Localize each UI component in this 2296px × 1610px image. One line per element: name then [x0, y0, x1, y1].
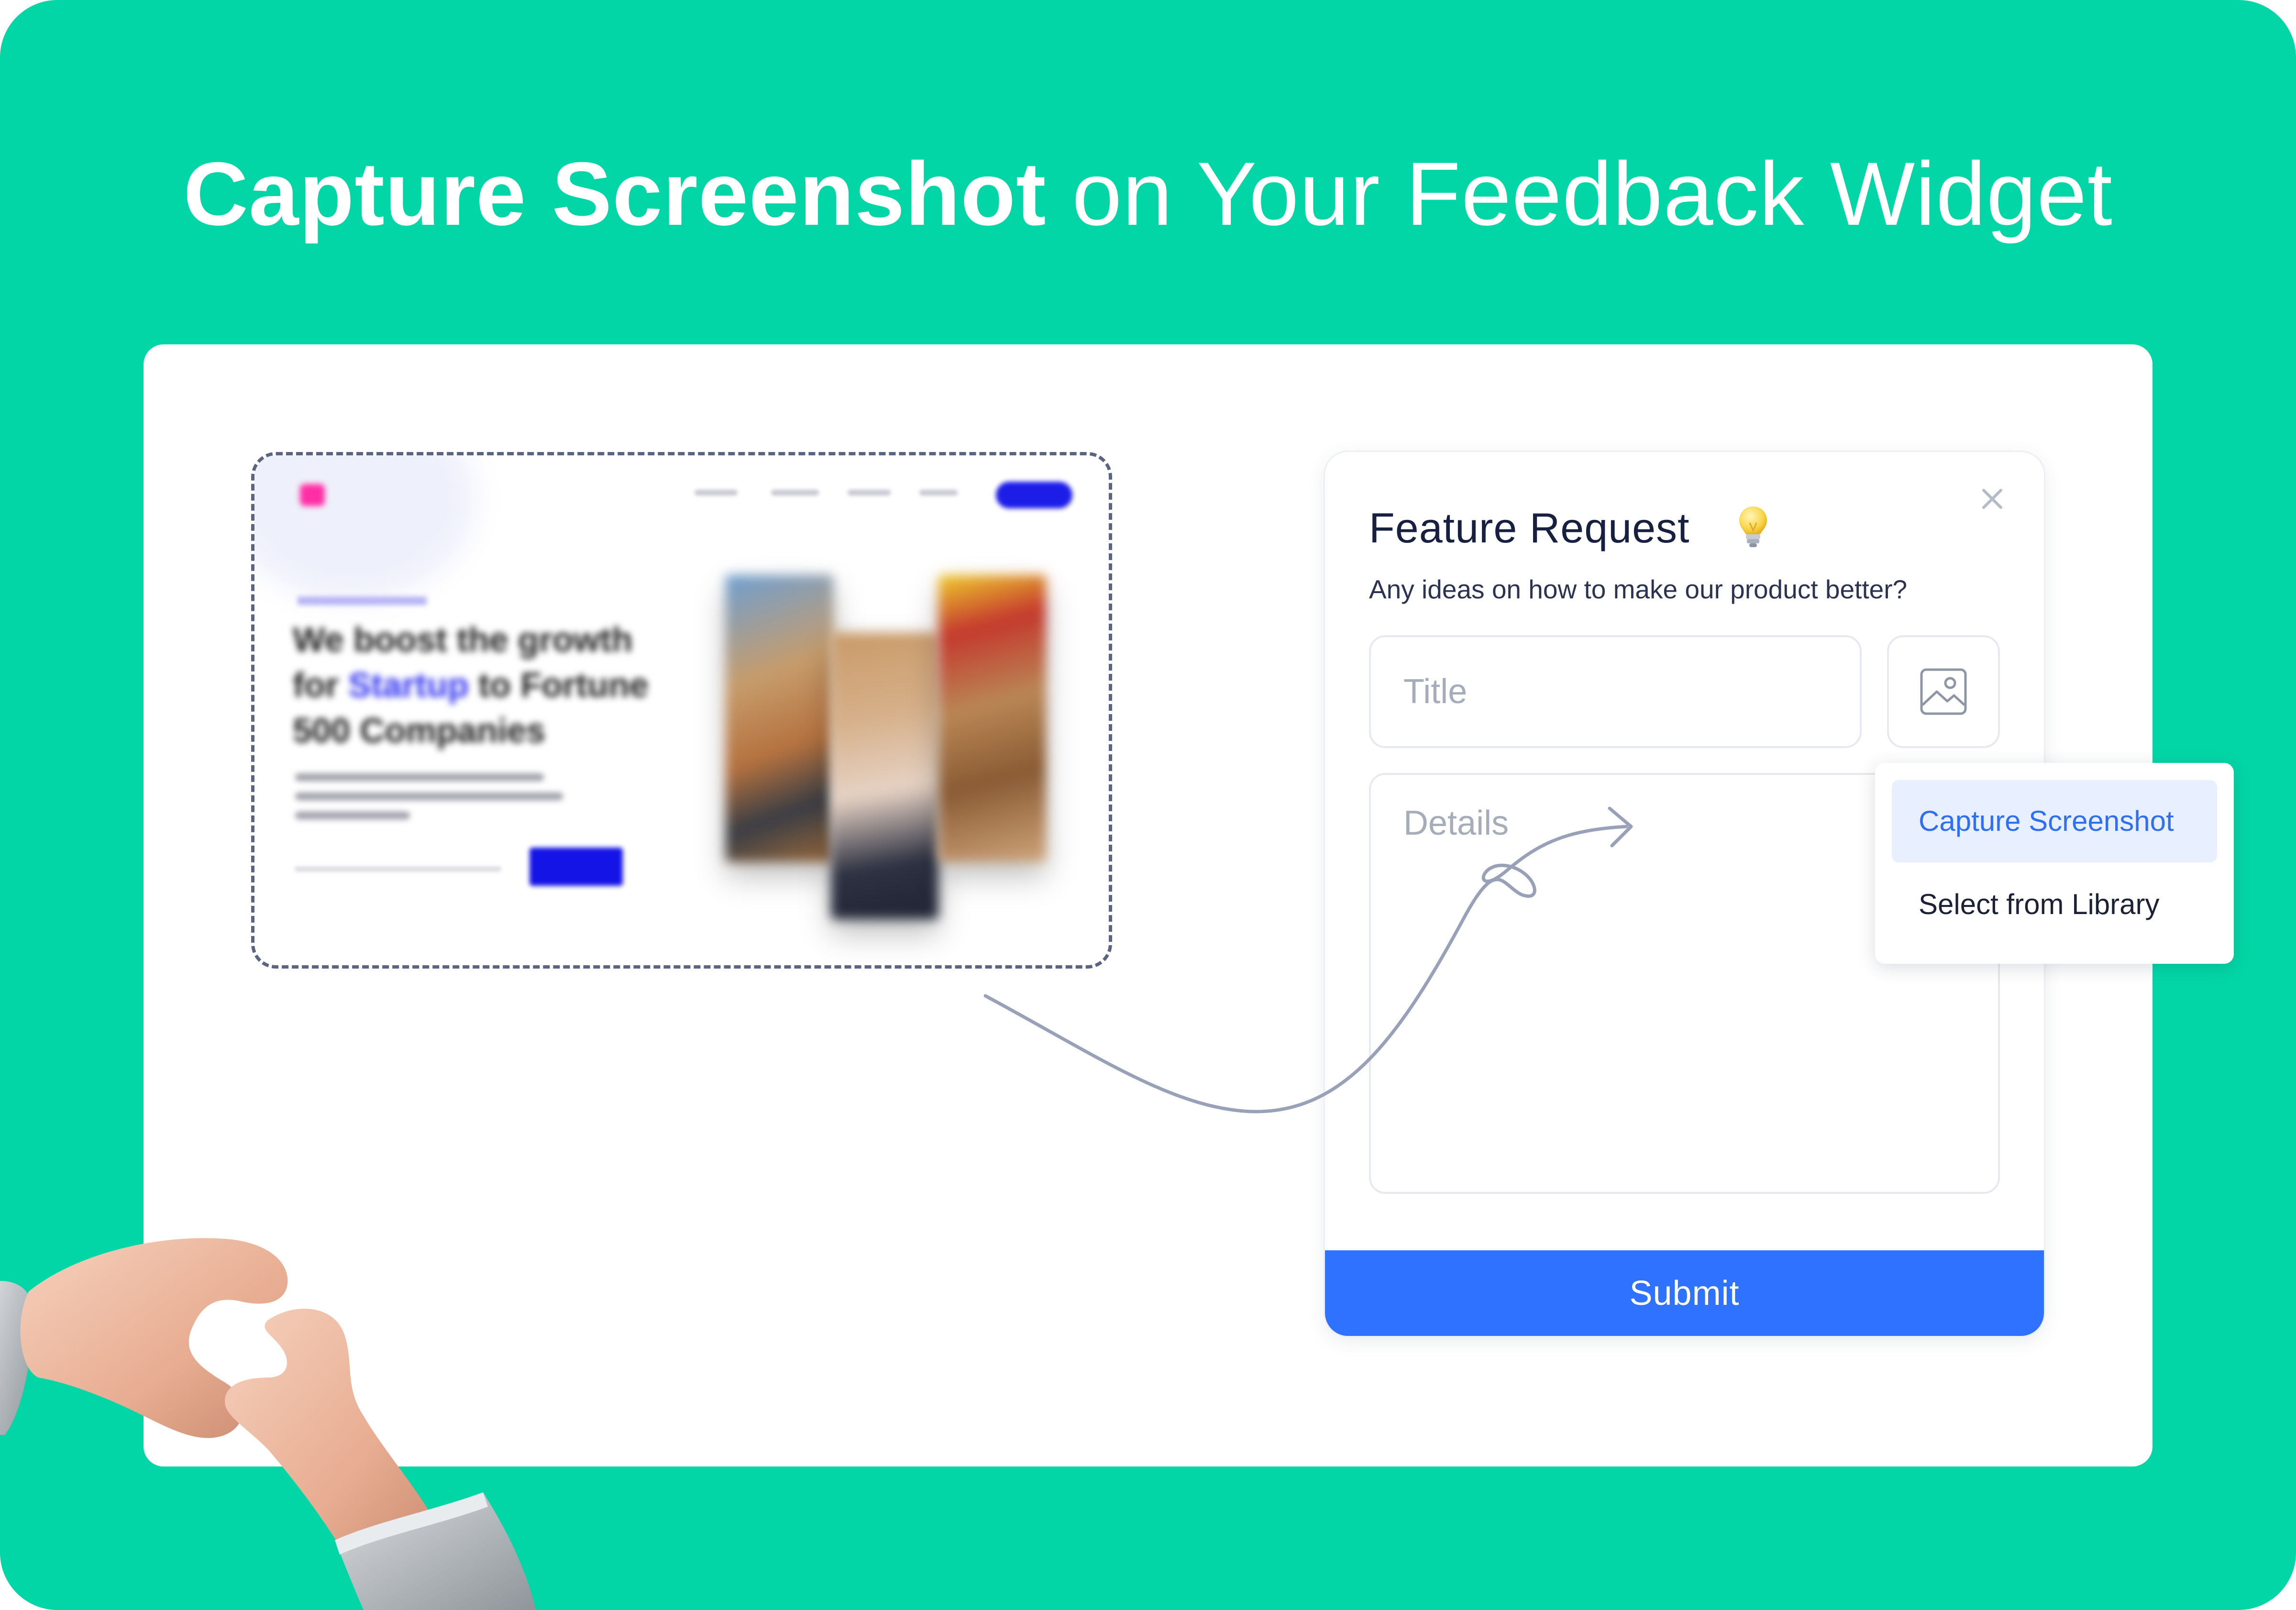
preview-eyebrow	[298, 596, 427, 605]
preview-nav-item	[695, 490, 738, 496]
close-icon[interactable]	[1979, 485, 2006, 512]
headline-light: on Your Feedback Widget	[1071, 143, 2113, 244]
preview-photo	[831, 632, 938, 919]
preview-nav-item	[848, 490, 891, 496]
preview-hero-line: for Startup to Fortune	[293, 666, 649, 705]
preview-hero-line: 500 Companies	[293, 712, 546, 750]
image-attach-button[interactable]	[1887, 635, 2000, 748]
select-from-library-option[interactable]: Select from Library	[1892, 863, 2217, 946]
preview-paragraph-line	[295, 812, 410, 819]
preview-nav-button	[996, 482, 1072, 508]
captured-page-preview: We boost the growth for Startup to Fortu…	[251, 452, 1112, 969]
image-icon	[1920, 668, 1967, 715]
preview-photo	[726, 575, 833, 862]
headline-bold: Capture Screenshot	[183, 143, 1047, 244]
preview-email-field	[295, 867, 501, 871]
preview-photo	[938, 575, 1046, 862]
widget-subtitle: Any ideas on how to make our product bet…	[1369, 574, 1908, 604]
title-input[interactable]	[1369, 635, 1862, 748]
submit-button[interactable]: Submit	[1325, 1250, 2044, 1336]
lightbulb-icon	[1739, 507, 1767, 547]
feedback-widget: Feature Request Any ideas on how to make…	[1325, 452, 2234, 1336]
preview-paragraph-line	[295, 773, 544, 781]
attachment-dropdown: Capture Screenshot Select from Library	[1875, 763, 2234, 964]
preview-logo	[300, 484, 325, 506]
preview-nav-item	[771, 490, 819, 496]
preview-blob	[254, 455, 475, 599]
preview-paragraph-line	[295, 793, 563, 800]
promo-stage: Capture Screenshot on Your Feedback Widg…	[0, 0, 2296, 1610]
capture-screenshot-option[interactable]: Capture Screenshot	[1892, 780, 2217, 862]
preview-cta-button	[530, 848, 623, 886]
preview-nav-item	[919, 490, 958, 496]
widget-title: Feature Request	[1369, 504, 1690, 551]
headline: Capture Screenshot on Your Feedback Widg…	[0, 139, 2296, 249]
heart-hands-illustration	[0, 1238, 536, 1610]
preview-hero-line: We boost the growth	[293, 621, 633, 659]
